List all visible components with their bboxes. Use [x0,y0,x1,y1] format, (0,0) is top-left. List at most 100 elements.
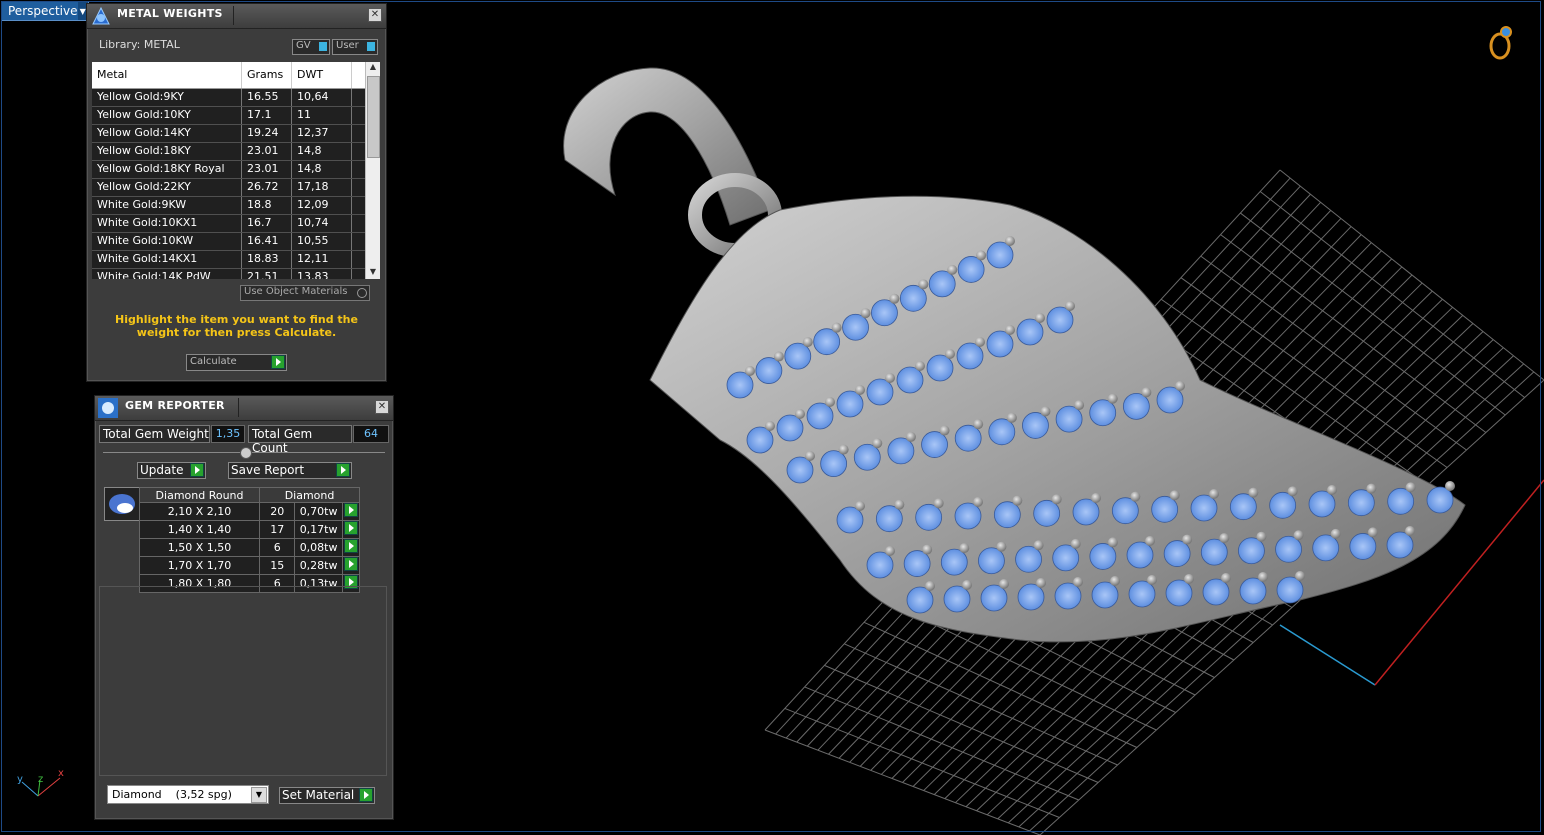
table-row[interactable]: 1,50 X 1,50 6 0,08tw [138,538,361,557]
metal-name-cell: White Gold:10KX1 [92,215,242,232]
view-mode-dropdown[interactable]: Perspective ▼ [1,1,89,21]
table-row[interactable]: 1,40 X 1,40 17 0,17tw [138,520,361,539]
col-shape[interactable]: Diamond Round [138,487,261,503]
gem-reporter-icon [98,398,118,418]
metal-name-cell: White Gold:10KW [92,233,242,250]
col-grams[interactable]: Grams [242,62,292,88]
gem-count-cell: 6 [259,538,296,557]
divider-slider[interactable] [103,447,385,459]
scroll-up-icon[interactable]: ▲ [366,62,380,74]
grams-cell: 18.8 [242,197,292,214]
user-label: User [336,40,359,51]
gem-weight-cell: 0,28tw [294,556,343,575]
view-mode-label: Perspective [8,4,78,18]
close-icon[interactable]: ✕ [375,400,389,414]
total-gem-count-value: 64 [353,425,389,443]
total-gem-weight-value: 1,35 [211,425,245,443]
material-select[interactable]: Diamond (3,52 spg) ▼ [107,785,269,804]
table-row[interactable]: Yellow Gold:18KY Royal 23.01 14,8 [92,161,380,179]
material-select-value: Diamond (3,52 spg) [112,788,232,801]
grams-cell: 16.41 [242,233,292,250]
table-row[interactable]: Yellow Gold:10KY 17.1 11 [92,107,380,125]
scroll-thumb[interactable] [367,76,380,158]
play-icon [343,557,358,571]
metal-list-scrollbar[interactable]: ▲ ▼ [365,62,380,279]
metal-weights-titlebar[interactable]: METAL WEIGHTS ✕ [87,4,386,29]
gv-indicator [319,42,327,51]
use-object-materials-toggle[interactable]: Use Object Materials [240,285,370,301]
select-gems-button[interactable] [341,556,361,575]
gem-count-cell: 15 [259,556,296,575]
gem-weight-cell: 0,08tw [294,538,343,557]
total-gem-weight-label: Total Gem Weight [99,425,210,443]
metal-name-cell: White Gold:9KW [92,197,242,214]
slider-knob-icon[interactable] [240,447,252,459]
col-material[interactable]: Diamond [259,487,360,503]
axis-indicator: x y z [12,768,72,808]
table-row[interactable]: Yellow Gold:9KY 16.55 10,64 [92,89,380,107]
select-gems-button[interactable] [341,538,361,557]
grams-cell: 26.72 [242,179,292,196]
metal-name-cell: Yellow Gold:14KY [92,125,242,142]
calculate-button[interactable]: Calculate [186,354,287,371]
dwt-cell: 10,74 [292,215,352,232]
metal-list[interactable]: Metal Grams DWT Yellow Gold:9KY 16.55 10,6… [92,62,380,279]
play-icon [343,503,358,517]
gem-shape-thumbnail[interactable] [104,487,140,521]
set-material-button[interactable]: Set Material [279,787,375,804]
hint-text: Highlight the item you want to find the … [115,313,358,339]
col-metal[interactable]: Metal [92,62,242,88]
select-gems-button[interactable] [341,520,361,539]
chevron-down-icon[interactable]: ▼ [251,787,267,803]
table-row[interactable]: White Gold:9KW 18.8 12,09 [92,197,380,215]
play-icon [336,463,350,477]
grams-cell: 16.55 [242,89,292,106]
ring-icon[interactable] [1482,22,1522,62]
grams-cell: 23.01 [242,161,292,178]
dwt-cell: 14,8 [292,161,352,178]
dwt-cell: 11 [292,107,352,124]
user-toggle[interactable]: User [332,39,378,55]
metal-name-cell: White Gold:14K PdW [92,269,242,279]
table-row[interactable]: Yellow Gold:14KY 19.24 12,37 [92,125,380,143]
gem-size-cell: 1,50 X 1,50 [138,538,261,557]
dwt-cell: 12,11 [292,251,352,268]
grams-cell: 21.51 [242,269,292,279]
gem-reporter-titlebar[interactable]: GEM REPORTER ✕ [95,396,393,421]
play-icon [271,355,285,369]
table-row[interactable]: White Gold:10KW 16.41 10,55 [92,233,380,251]
grams-cell: 16.7 [242,215,292,232]
gem-size-cell: 2,10 X 2,10 [138,502,261,521]
play-icon [343,539,358,553]
metal-weights-title: METAL WEIGHTS [117,7,223,20]
update-label: Update [140,463,184,477]
set-material-label: Set Material [282,788,355,802]
gv-toggle[interactable]: GV [292,39,330,55]
update-button[interactable]: Update [137,462,206,479]
play-icon [359,788,373,802]
table-row[interactable]: White Gold:14KX1 18.83 12,11 [92,251,380,269]
table-row[interactable]: 1,70 X 1,70 15 0,28tw [138,556,361,575]
col-dwt[interactable]: DWT [292,62,352,88]
table-row[interactable]: White Gold:10KX1 16.7 10,74 [92,215,380,233]
dwt-cell: 10,55 [292,233,352,250]
metal-name-cell: White Gold:14KX1 [92,251,242,268]
gem-reporter-panel: GEM REPORTER ✕ Total Gem Weight 1,35 Tot… [94,395,394,820]
table-row[interactable]: 2,10 X 2,10 20 0,70tw [138,502,361,521]
dwt-cell: 14,8 [292,143,352,160]
gem-weight-cell: 0,70tw [294,502,343,521]
total-weight-text: Total Gem Weight [103,427,209,441]
select-gems-button[interactable] [341,502,361,521]
metal-name-cell: Yellow Gold:22KY [92,179,242,196]
save-report-button[interactable]: Save Report [228,462,352,479]
close-icon[interactable]: ✕ [368,8,382,22]
axis-y-label: y [17,774,23,785]
table-row[interactable]: Yellow Gold:18KY 23.01 14,8 [92,143,380,161]
grams-cell: 23.01 [242,143,292,160]
dwt-cell: 10,64 [292,89,352,106]
table-row[interactable]: Yellow Gold:22KY 26.72 17,18 [92,179,380,197]
metal-name-cell: Yellow Gold:18KY Royal [92,161,242,178]
table-row[interactable]: White Gold:14K PdW 21.51 13,83 [92,269,380,279]
dwt-cell: 13,83 [292,269,352,279]
scroll-down-icon[interactable]: ▼ [366,267,380,279]
